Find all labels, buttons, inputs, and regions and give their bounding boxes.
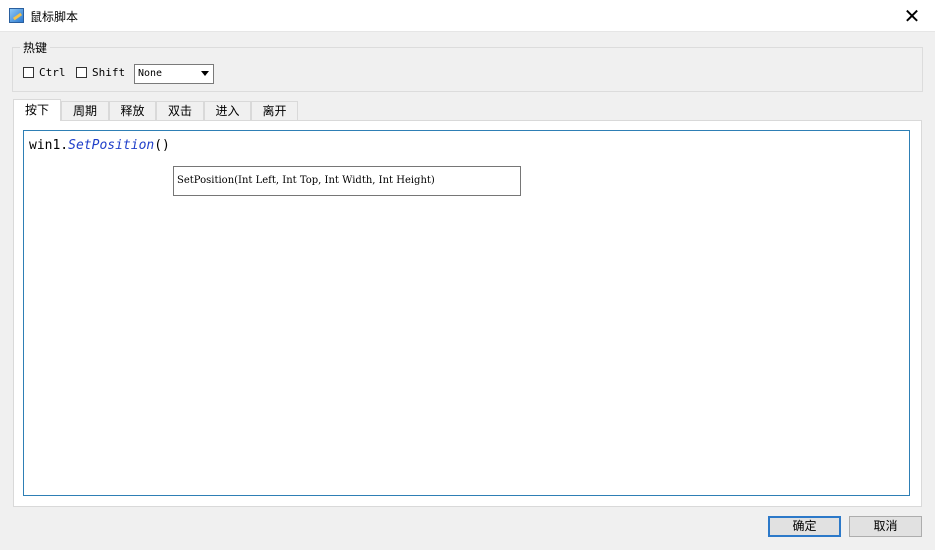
shift-checkbox[interactable] bbox=[76, 67, 87, 78]
hotkey-group-label: 热键 bbox=[20, 39, 51, 56]
close-icon[interactable]: ✕ bbox=[889, 0, 935, 31]
code-object: win1. bbox=[29, 138, 69, 153]
title-bar: 鼠标脚本 ✕ bbox=[0, 0, 935, 32]
ok-button[interactable]: 确定 bbox=[768, 516, 841, 537]
cancel-button[interactable]: 取消 bbox=[849, 516, 922, 537]
tab-cycle[interactable]: 周期 bbox=[61, 101, 109, 120]
tab-enter[interactable]: 进入 bbox=[204, 101, 251, 120]
app-icon bbox=[9, 8, 24, 23]
code-method: SetPosition bbox=[68, 138, 155, 153]
signature-tooltip-text: SetPosition(Int Left, Int Top, Int Width… bbox=[177, 175, 435, 186]
shift-label: Shift bbox=[92, 66, 126, 79]
chevron-down-icon bbox=[201, 71, 209, 76]
ctrl-checkbox[interactable] bbox=[23, 67, 34, 78]
tab-leave[interactable]: 离开 bbox=[251, 101, 298, 120]
tab-release[interactable]: 释放 bbox=[109, 101, 156, 120]
code-args: () bbox=[154, 138, 170, 153]
code-line: win1.SetPosition() bbox=[29, 138, 170, 153]
window-title: 鼠标脚本 bbox=[30, 10, 79, 24]
tab-double-click[interactable]: 双击 bbox=[156, 101, 204, 120]
signature-tooltip: SetPosition(Int Left, Int Top, Int Width… bbox=[173, 166, 521, 196]
key-select-value: None bbox=[138, 68, 163, 79]
tab-press[interactable]: 按下 bbox=[13, 99, 61, 121]
ctrl-label: Ctrl bbox=[39, 66, 66, 79]
key-select[interactable]: None bbox=[134, 64, 214, 84]
